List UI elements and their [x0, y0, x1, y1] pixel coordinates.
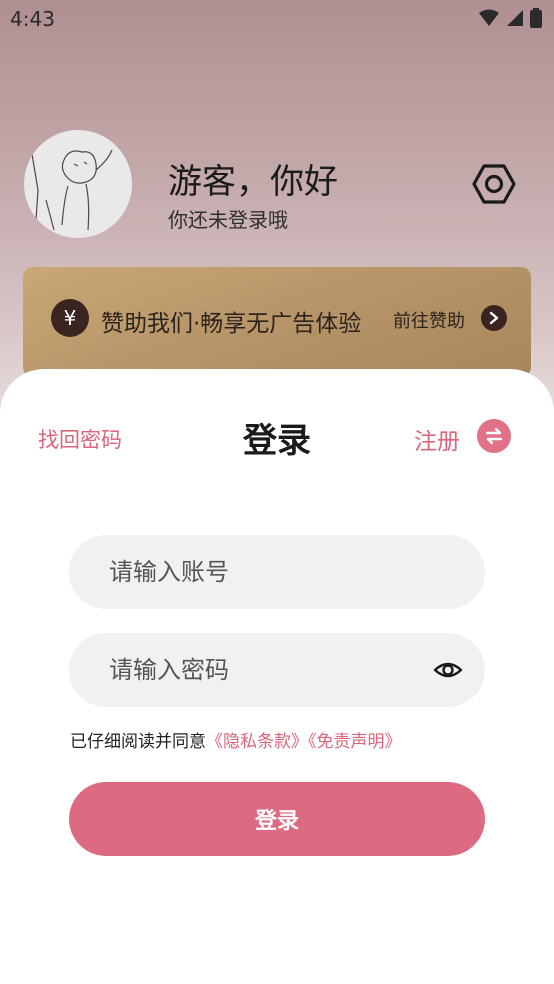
wifi-icon: [479, 9, 499, 26]
sponsor-banner[interactable]: ¥ 赞助我们·畅享无广告体验 前往赞助: [23, 267, 531, 377]
agreement-text: 已仔细阅读并同意《隐私条款》《免责声明》: [70, 727, 402, 752]
register-link[interactable]: 注册: [414, 422, 460, 456]
login-sheet: 找回密码 登录 注册 已仔细阅读并同意《隐私条款》《免责声明》 登录: [0, 369, 554, 984]
gear-icon: [472, 164, 516, 204]
swap-icon[interactable]: [477, 419, 511, 453]
disclaimer-link[interactable]: 《免责声明》: [308, 732, 402, 752]
password-field[interactable]: [69, 633, 485, 707]
signal-icon: [507, 10, 523, 26]
login-title: 登录: [243, 421, 311, 461]
yen-icon: ¥: [51, 299, 89, 337]
avatar[interactable]: [24, 130, 132, 238]
eye-icon[interactable]: [433, 655, 463, 685]
status-icons: [478, 8, 542, 28]
avatar-sketch-icon: [31, 149, 113, 231]
sponsor-link[interactable]: 前往赞助: [393, 307, 465, 333]
profile-header: 游客，你好 你还未登录哦: [0, 128, 554, 243]
account-field[interactable]: [69, 535, 485, 609]
login-status-text: 你还未登录哦: [168, 208, 288, 232]
chevron-right-icon[interactable]: [481, 305, 507, 331]
sponsor-text: 赞助我们·畅享无广告体验: [101, 311, 362, 337]
agreement-prefix: 已仔细阅读并同意: [70, 732, 206, 752]
status-time: 4:43: [10, 7, 55, 31]
status-bar: 4:43: [0, 0, 554, 38]
battery-icon: [530, 8, 542, 28]
account-input[interactable]: [69, 535, 485, 609]
login-button[interactable]: 登录: [69, 782, 485, 856]
privacy-terms-link[interactable]: 《隐私条款》: [206, 732, 308, 752]
greeting-title: 游客，你好: [168, 162, 338, 202]
password-input[interactable]: [69, 633, 485, 707]
settings-button[interactable]: [472, 162, 516, 206]
